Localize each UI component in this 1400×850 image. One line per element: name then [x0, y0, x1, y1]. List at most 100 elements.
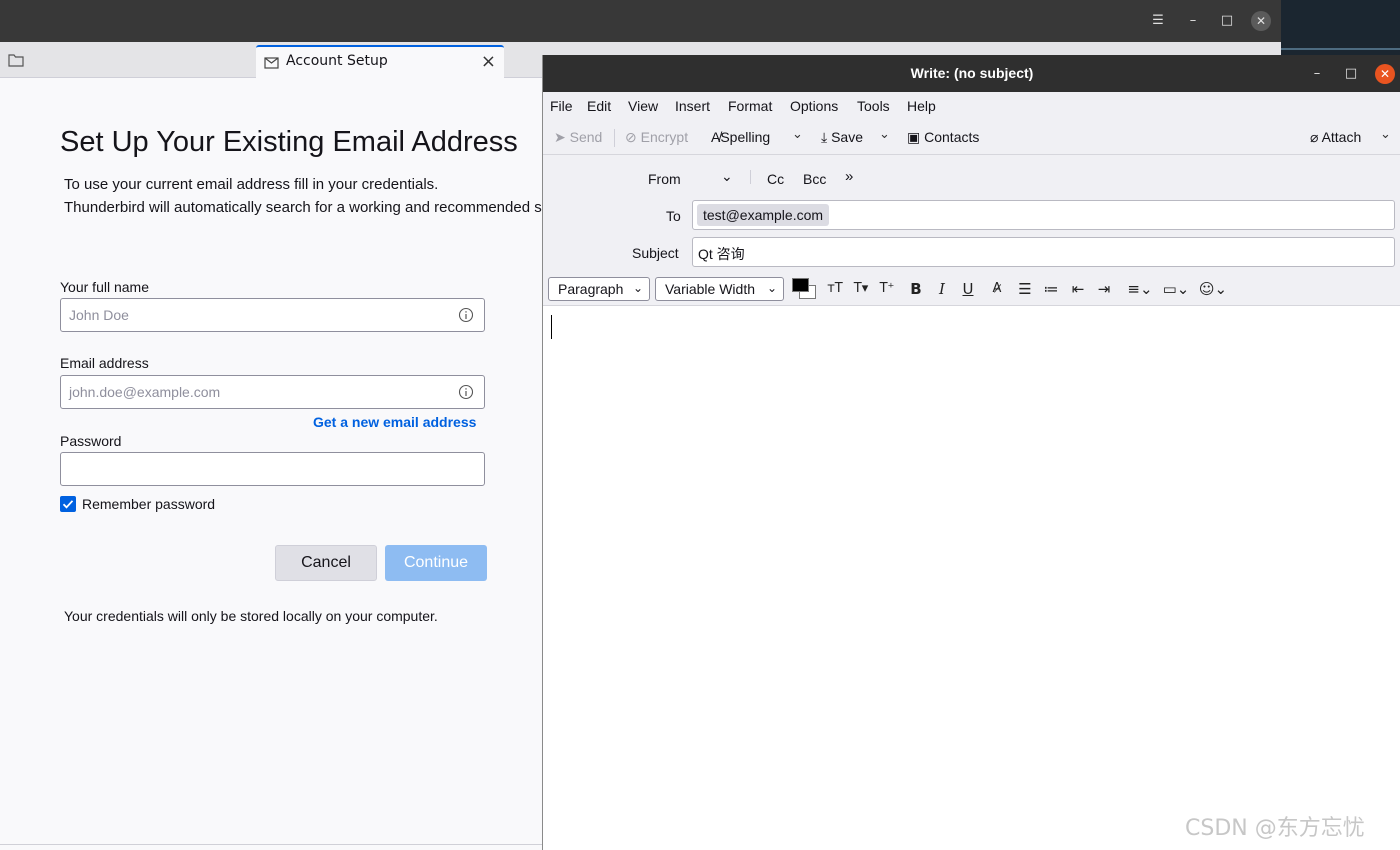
- bcc-button[interactable]: Bcc: [803, 171, 826, 187]
- encrypt-button[interactable]: ⊘ Encrypt: [625, 129, 688, 146]
- no-lock-icon: ⊘: [625, 129, 637, 145]
- from-chevron-down-icon[interactable]: ⌄: [721, 168, 733, 185]
- emoji-icon[interactable]: ☺⌄: [1198, 279, 1228, 299]
- fullname-placeholder: John Doe: [69, 307, 129, 323]
- italic-icon[interactable]: I: [932, 279, 952, 299]
- compose-title: Write: (no subject): [910, 65, 1034, 81]
- bold-icon[interactable]: B: [906, 279, 926, 299]
- tab-label: Account Setup: [286, 53, 388, 69]
- cc-button[interactable]: Cc: [767, 171, 784, 187]
- subject-input[interactable]: Qt 咨询: [692, 237, 1395, 267]
- menu-view[interactable]: View: [628, 98, 658, 114]
- font-value: Variable Width: [665, 281, 756, 297]
- menu-format[interactable]: Format: [728, 98, 772, 114]
- download-icon: ⤓: [821, 129, 828, 145]
- to-input[interactable]: test@example.com: [692, 200, 1395, 230]
- continue-button[interactable]: Continue: [385, 545, 487, 581]
- password-label: Password: [60, 433, 122, 449]
- remember-password-checkbox[interactable]: [60, 496, 76, 512]
- underline-icon[interactable]: U: [958, 279, 978, 299]
- fullname-input[interactable]: John Doe: [60, 298, 485, 332]
- remember-password-label: Remember password: [82, 496, 216, 512]
- recipient-pill[interactable]: test@example.com: [697, 204, 830, 226]
- spelling-dropdown-chevron-down-icon[interactable]: ⌄: [792, 127, 803, 142]
- menu-insert[interactable]: Insert: [675, 98, 710, 114]
- background-window-strip: [1281, 0, 1400, 55]
- cancel-button[interactable]: Cancel: [275, 545, 377, 581]
- info-icon[interactable]: [458, 384, 474, 400]
- text-caret: [551, 315, 552, 339]
- encrypt-label: Encrypt: [640, 129, 689, 145]
- email-input[interactable]: john.doe@example.com: [60, 375, 485, 409]
- contacts-button[interactable]: ▣ Contacts: [907, 129, 979, 146]
- checkmark-icon: [62, 500, 74, 509]
- minimize-icon[interactable]: –: [1183, 11, 1203, 31]
- tab-account-setup[interactable]: Account Setup ×: [256, 45, 504, 78]
- chevron-down-icon: ⌄: [632, 281, 643, 295]
- save-label: Save: [831, 129, 864, 145]
- password-input[interactable]: [60, 452, 485, 486]
- header-separator: [750, 170, 751, 184]
- setup-description-line1: To use your current email address fill i…: [64, 176, 439, 193]
- menu-tools[interactable]: Tools: [857, 98, 890, 114]
- text-style-icon[interactable]: T⁺: [877, 279, 897, 299]
- email-placeholder: john.doe@example.com: [69, 384, 221, 400]
- more-fields-chevron-icon[interactable]: »: [845, 168, 853, 185]
- folder-tab[interactable]: [8, 52, 34, 70]
- get-new-email-link[interactable]: Get a new email address: [313, 414, 476, 430]
- save-button[interactable]: ⤓ Save: [821, 129, 863, 146]
- send-button[interactable]: ➤ Send: [554, 129, 602, 146]
- to-label: To: [666, 208, 681, 224]
- tab-close-icon[interactable]: ×: [481, 51, 496, 72]
- remove-formatting-icon[interactable]: A̷: [987, 279, 1007, 299]
- minimize-icon[interactable]: –: [1307, 64, 1327, 84]
- maximize-icon[interactable]: □: [1217, 11, 1237, 31]
- page-title: Set Up Your Existing Email Address: [60, 126, 518, 158]
- outdent-icon[interactable]: ⇤: [1068, 279, 1088, 299]
- close-icon[interactable]: ✕: [1375, 64, 1395, 84]
- send-icon: ➤: [554, 129, 566, 145]
- alignment-icon[interactable]: ≡⌄: [1125, 279, 1155, 299]
- paragraph-format-value: Paragraph: [558, 281, 624, 297]
- subject-label: Subject: [632, 245, 679, 261]
- menu-file[interactable]: File: [550, 98, 573, 114]
- larger-text-icon[interactable]: T▾: [851, 279, 871, 299]
- menu-bar: File Edit View Insert Format Options Too…: [543, 92, 1400, 120]
- hamburger-menu-icon[interactable]: ☰: [1148, 11, 1168, 31]
- divider: [1281, 48, 1400, 50]
- save-dropdown-chevron-down-icon[interactable]: ⌄: [879, 127, 890, 142]
- attach-dropdown-chevron-down-icon[interactable]: ⌄: [1380, 127, 1391, 142]
- contacts-label: Contacts: [924, 129, 980, 145]
- menu-edit[interactable]: Edit: [587, 98, 611, 114]
- from-label: From: [648, 171, 681, 187]
- spelling-button[interactable]: A̸Spelling: [711, 129, 770, 145]
- paragraph-format-select[interactable]: Paragraph ⌄: [548, 277, 650, 301]
- compose-headers: From ⌄ Cc Bcc » To test@example.com Subj…: [543, 155, 1400, 273]
- insert-image-icon[interactable]: ▭⌄: [1161, 279, 1191, 299]
- spelling-label: Spelling: [720, 129, 771, 145]
- credentials-note: Your credentials will only be stored loc…: [64, 608, 438, 624]
- compose-window: Write: (no subject) – □ ✕ File Edit View…: [542, 55, 1400, 850]
- font-select[interactable]: Variable Width ⌄: [655, 277, 784, 301]
- close-icon[interactable]: ✕: [1251, 11, 1271, 31]
- menu-options[interactable]: Options: [790, 98, 838, 114]
- smaller-text-icon[interactable]: ᴛT: [825, 279, 845, 299]
- text-color-swatch[interactable]: [792, 278, 809, 292]
- send-label: Send: [569, 129, 603, 145]
- numbered-list-icon[interactable]: ≔: [1041, 279, 1061, 299]
- menu-help[interactable]: Help: [907, 98, 936, 114]
- maximize-icon[interactable]: □: [1341, 64, 1361, 84]
- info-icon[interactable]: [458, 307, 474, 323]
- compose-toolbar: ➤ Send ⊘ Encrypt A̸Spelling ⌄ ⤓ Save ⌄ ▣…: [543, 120, 1400, 155]
- fullname-label: Your full name: [60, 279, 149, 295]
- attach-label: Attach: [1321, 129, 1362, 145]
- spellcheck-icon: A̸: [711, 129, 721, 145]
- attach-button[interactable]: ⌀ Attach: [1310, 129, 1361, 146]
- message-body-editor[interactable]: [543, 306, 1400, 850]
- indent-icon[interactable]: ⇥: [1094, 279, 1114, 299]
- format-toolbar: Paragraph ⌄ Variable Width ⌄ ᴛT T▾ T⁺ B I …: [543, 273, 1400, 306]
- bullet-list-icon[interactable]: ☰: [1015, 279, 1035, 299]
- folder-icon: [8, 54, 24, 67]
- setup-description-line2: Thunderbird will automatically search fo…: [64, 199, 542, 216]
- watermark: CSDN @东方忘忧: [1185, 816, 1365, 841]
